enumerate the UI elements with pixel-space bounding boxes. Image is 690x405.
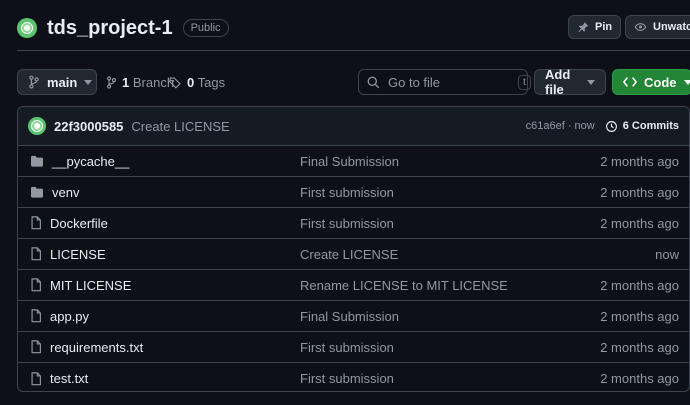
branch-selector[interactable]: main bbox=[17, 69, 97, 95]
header-divider bbox=[17, 50, 690, 51]
repo-name[interactable]: tds_project-1 bbox=[47, 17, 173, 40]
code-button[interactable]: Code bbox=[612, 69, 690, 95]
commit-author[interactable]: 22f3000585 bbox=[54, 119, 123, 134]
file-table: 22f3000585 Create LICENSE c61a6ef · now … bbox=[17, 106, 690, 392]
file-icon bbox=[30, 371, 42, 386]
pin-label: Pin bbox=[595, 21, 613, 33]
file-row[interactable]: venv First submission 2 months ago bbox=[18, 177, 689, 208]
file-icon bbox=[30, 247, 42, 261]
file-name-link[interactable]: requirements.txt bbox=[50, 340, 290, 355]
file-name-link[interactable]: app.py bbox=[50, 309, 290, 324]
repo-header: tds_project-1 Public bbox=[17, 14, 229, 42]
file-commit-age: 2 months ago bbox=[600, 308, 679, 324]
tags-link[interactable]: 0 Tags bbox=[169, 75, 225, 90]
pin-icon bbox=[577, 21, 589, 33]
file-commit-message[interactable]: First submission bbox=[300, 216, 394, 231]
pin-button[interactable]: Pin bbox=[568, 15, 622, 39]
file-icon bbox=[30, 278, 42, 292]
latest-commit-bar: 22f3000585 Create LICENSE c61a6ef · now … bbox=[18, 107, 689, 146]
branches-link[interactable]: 1 Branch bbox=[106, 75, 174, 90]
folder-icon bbox=[30, 155, 44, 167]
tag-word: Tags bbox=[197, 75, 226, 90]
file-commit-age: 2 months ago bbox=[600, 277, 679, 293]
file-name-link[interactable]: Dockerfile bbox=[50, 216, 290, 231]
branch-count: 1 bbox=[122, 75, 130, 90]
file-commit-age: 2 months ago bbox=[600, 215, 679, 231]
go-to-file-search[interactable]: t bbox=[358, 69, 531, 95]
file-name-link[interactable]: test.txt bbox=[50, 371, 290, 386]
add-file-button[interactable]: Add file bbox=[534, 67, 606, 97]
file-icon bbox=[30, 309, 42, 323]
commit-hash-time[interactable]: c61a6ef · now bbox=[526, 120, 595, 132]
eye-icon bbox=[634, 21, 647, 33]
chevron-down-icon bbox=[683, 79, 690, 85]
add-file-label: Add file bbox=[545, 67, 571, 97]
branch-word: Branch bbox=[132, 75, 175, 90]
file-row[interactable]: MIT LICENSE Rename LICENSE to MIT LICENSE… bbox=[18, 270, 689, 301]
file-row[interactable]: app.py Final Submission 2 months ago bbox=[18, 301, 689, 332]
file-commit-age: 2 months ago bbox=[600, 153, 679, 169]
file-row[interactable]: Dockerfile First submission 2 months ago bbox=[18, 208, 689, 239]
commit-count-label: 6 Commits bbox=[622, 120, 679, 132]
file-commit-message[interactable]: Final Submission bbox=[300, 309, 399, 324]
file-commit-age: 2 months ago bbox=[600, 371, 679, 386]
file-name-link[interactable]: MIT LICENSE bbox=[50, 278, 290, 293]
file-name-link[interactable]: __pycache__ bbox=[52, 154, 292, 169]
history-icon bbox=[605, 120, 618, 133]
folder-icon bbox=[30, 186, 44, 198]
file-commit-message[interactable]: Final Submission bbox=[300, 154, 399, 169]
file-name-link[interactable]: venv bbox=[52, 185, 292, 200]
repo-owner-avatar[interactable] bbox=[17, 18, 37, 38]
branch-icon bbox=[28, 75, 40, 89]
file-commit-message[interactable]: First submission bbox=[300, 340, 394, 355]
file-name-link[interactable]: LICENSE bbox=[50, 247, 290, 262]
unwatch-label: Unwatch bbox=[653, 21, 690, 33]
file-list: __pycache__ Final Submission 2 months ago v… bbox=[18, 146, 689, 391]
unwatch-button[interactable]: Unwatch bbox=[625, 15, 690, 39]
commit-message[interactable]: Create LICENSE bbox=[131, 119, 229, 134]
chevron-down-icon bbox=[587, 79, 595, 85]
branch-icon bbox=[106, 76, 117, 89]
file-commit-message[interactable]: Create LICENSE bbox=[300, 247, 398, 262]
go-to-file-input[interactable] bbox=[388, 74, 510, 90]
visibility-badge: Public bbox=[182, 19, 229, 37]
file-commit-age: 2 months ago bbox=[600, 184, 679, 200]
commit-author-avatar[interactable] bbox=[28, 117, 46, 135]
file-icon bbox=[30, 216, 42, 230]
commits-history-link[interactable]: 6 Commits bbox=[605, 120, 679, 133]
branch-name: main bbox=[47, 74, 78, 90]
file-icon bbox=[30, 340, 42, 354]
file-row[interactable]: __pycache__ Final Submission 2 months ago bbox=[18, 146, 689, 177]
code-label: Code bbox=[644, 74, 677, 90]
file-commit-age: 2 months ago bbox=[600, 339, 679, 355]
file-commit-message[interactable]: First submission bbox=[300, 371, 394, 386]
chevron-down-icon bbox=[84, 79, 93, 85]
tag-icon bbox=[169, 76, 182, 89]
code-icon bbox=[623, 76, 637, 88]
file-commit-message[interactable]: First submission bbox=[300, 185, 394, 200]
tag-count: 0 bbox=[187, 75, 195, 90]
file-row[interactable]: test.txt First submission 2 months ago bbox=[18, 363, 689, 391]
file-commit-message[interactable]: Rename LICENSE to MIT LICENSE bbox=[300, 278, 508, 293]
file-row[interactable]: requirements.txt First submission 2 months… bbox=[18, 332, 689, 363]
file-commit-age: now bbox=[655, 246, 679, 262]
search-shortcut-key: t bbox=[518, 74, 531, 90]
search-icon bbox=[367, 76, 380, 89]
file-row[interactable]: LICENSE Create LICENSE now bbox=[18, 239, 689, 270]
